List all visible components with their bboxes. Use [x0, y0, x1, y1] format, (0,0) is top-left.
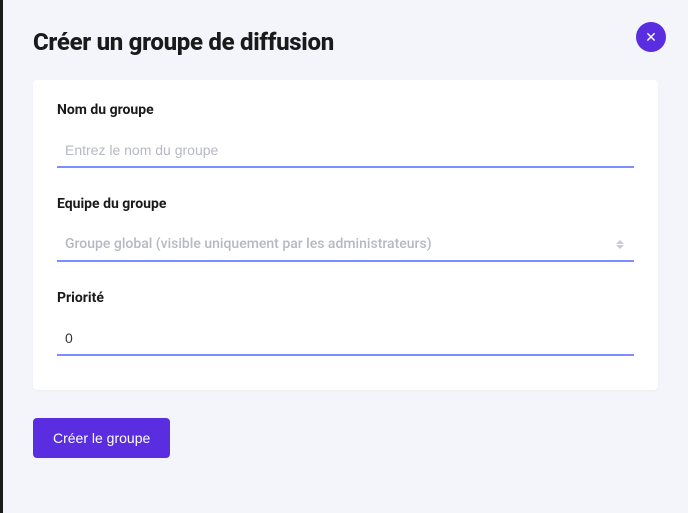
field-group-name: Nom du groupe [57, 102, 634, 168]
field-group-team: Equipe du groupe Groupe global (visible … [57, 196, 634, 262]
close-button[interactable]: ✕ [636, 22, 666, 52]
group-name-input-wrap [57, 136, 634, 168]
group-team-label: Equipe du groupe [57, 196, 634, 212]
group-team-select[interactable]: Groupe global (visible uniquement par le… [57, 230, 634, 260]
field-priority: Priorité [57, 290, 634, 356]
group-team-selected-text: Groupe global (visible uniquement par le… [65, 236, 432, 252]
priority-label: Priorité [57, 290, 634, 306]
group-name-label: Nom du groupe [57, 102, 634, 118]
group-name-input[interactable] [57, 136, 634, 166]
priority-input[interactable] [57, 324, 634, 354]
close-icon: ✕ [645, 30, 657, 44]
form-card: Nom du groupe Equipe du groupe Groupe gl… [33, 80, 658, 390]
unfold-icon [616, 240, 624, 249]
dialog-container: Créer un groupe de diffusion Nom du grou… [3, 0, 688, 478]
dialog-title: Créer un groupe de diffusion [33, 28, 658, 56]
priority-input-wrap [57, 324, 634, 356]
create-group-button[interactable]: Créer le groupe [33, 418, 170, 458]
group-team-select-wrap: Groupe global (visible uniquement par le… [57, 230, 634, 262]
